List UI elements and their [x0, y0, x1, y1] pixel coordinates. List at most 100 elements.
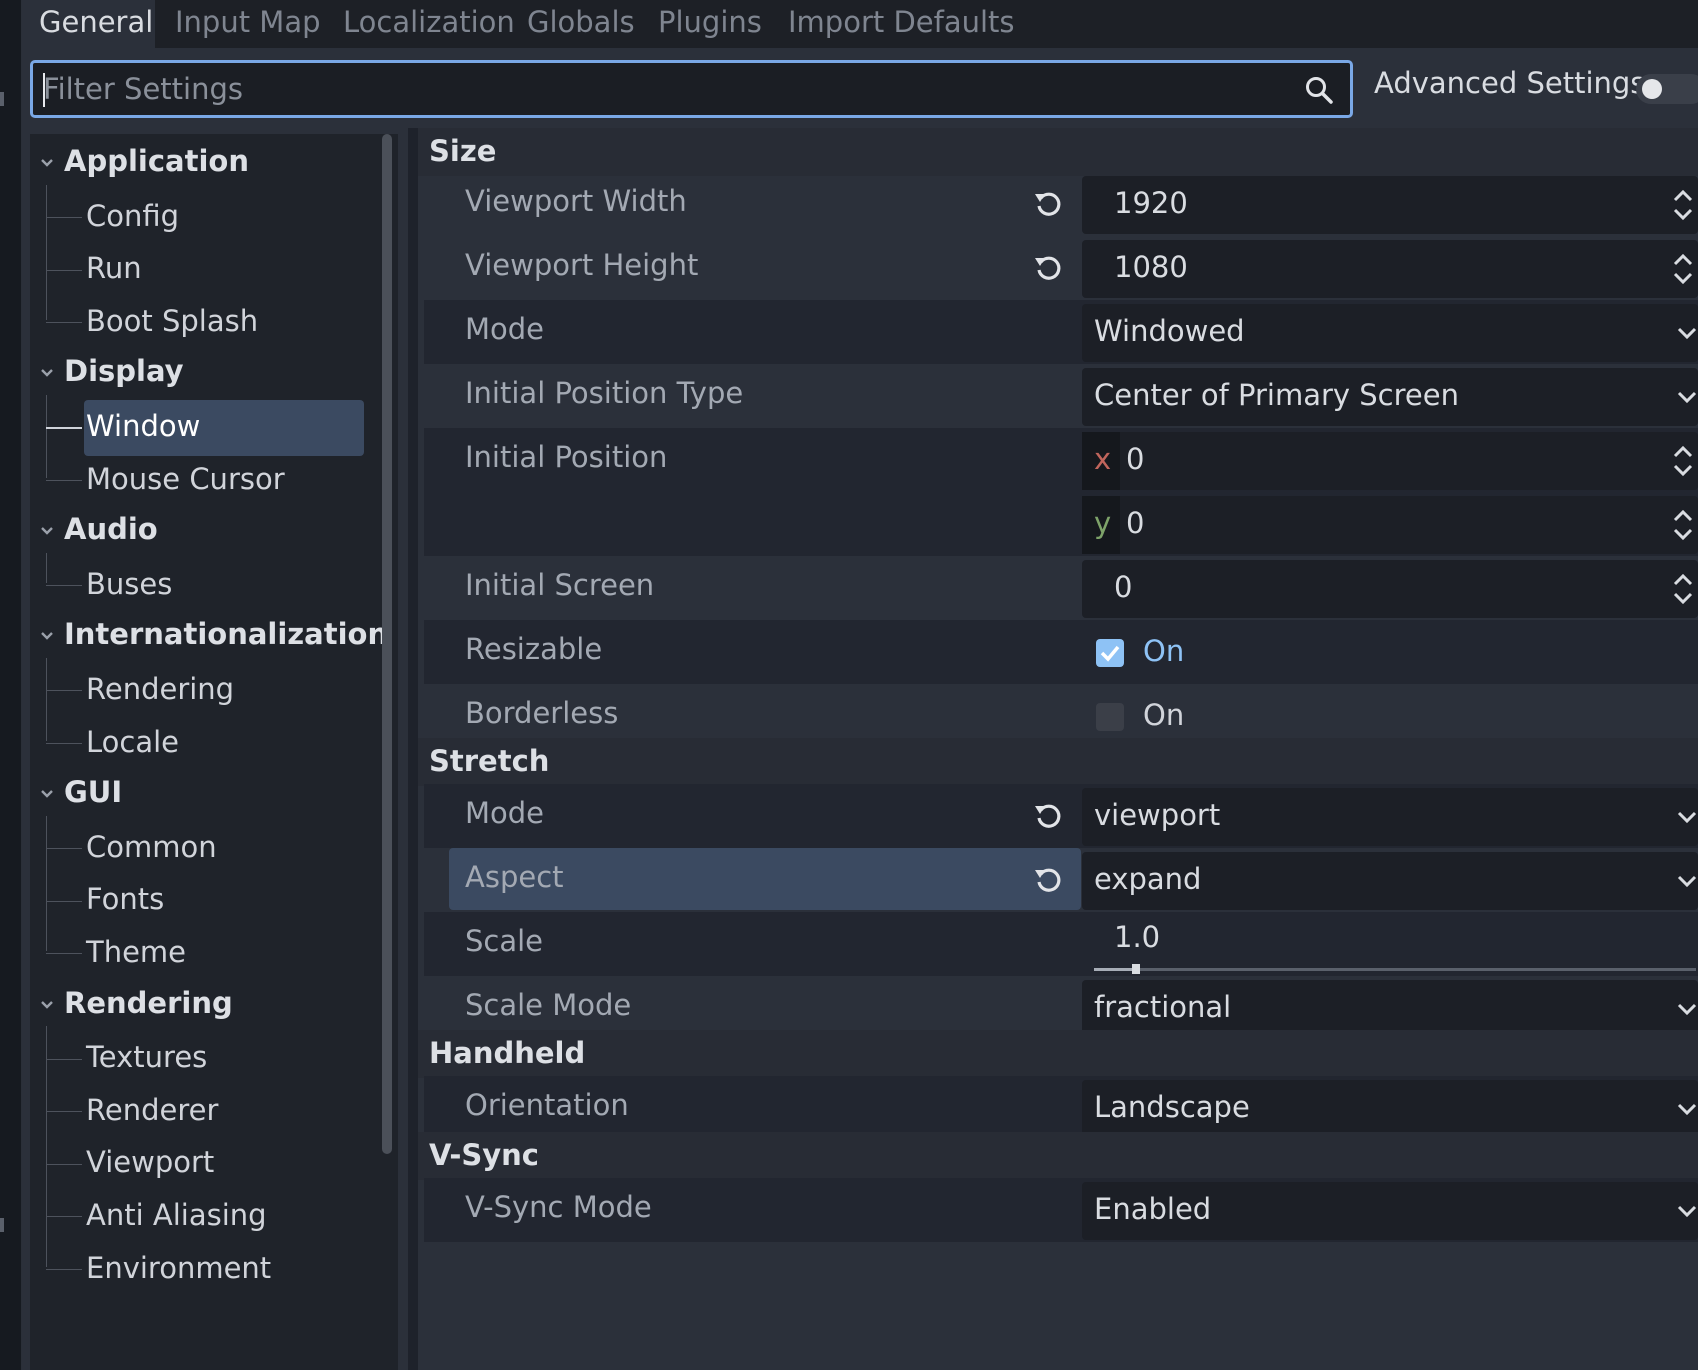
group-vsync[interactable]: V-Sync [418, 1132, 1698, 1180]
search-icon[interactable] [1304, 75, 1334, 105]
spin-arrows-icon[interactable] [1672, 506, 1694, 544]
orientation-dropdown[interactable]: Landscape [1082, 1080, 1698, 1138]
chevron-down-icon[interactable] [40, 998, 54, 1012]
tree-item-buses[interactable]: Buses [86, 567, 172, 601]
initial-position-type-dropdown[interactable]: Center of Primary Screen [1082, 368, 1698, 426]
filter-settings-input[interactable] [43, 63, 1283, 115]
tree-item-anti-aliasing[interactable]: Anti Aliasing [86, 1198, 267, 1232]
axis-x-badge: x [1082, 432, 1120, 490]
spin-arrows-icon[interactable] [1672, 442, 1694, 480]
initial-position-x-field[interactable]: x 0 [1082, 432, 1698, 490]
tree-item-rendering[interactable]: Rendering [86, 672, 234, 706]
advanced-settings-toggle[interactable] [1636, 74, 1698, 104]
initial-screen-field[interactable]: 0 [1082, 560, 1698, 618]
initial-position-type-value: Center of Primary Screen [1094, 378, 1459, 412]
filter-toolbar: Advanced Settings [22, 48, 1698, 128]
group-size[interactable]: Size [418, 128, 1698, 176]
group-size-label: Size [429, 134, 497, 168]
chevron-down-icon[interactable] [40, 787, 54, 801]
row-stretch-aspect: Aspect expand [418, 848, 1698, 912]
tree-item-boot-splash[interactable]: Boot Splash [86, 304, 258, 338]
resizable-checkbox-field[interactable]: On [1082, 624, 1698, 682]
tree-section[interactable]: Rendering [64, 986, 233, 1020]
initial-position-type-label: Initial Position Type [465, 376, 744, 410]
tree-item-common[interactable]: Common [86, 830, 217, 864]
tree-section[interactable]: GUI [64, 775, 122, 809]
stretch-aspect-label: Aspect [465, 860, 564, 894]
spin-arrows-icon[interactable] [1672, 570, 1694, 608]
tree-item-mouse-cursor[interactable]: Mouse Cursor [86, 462, 285, 496]
scale-slider-grabber[interactable] [1132, 964, 1140, 974]
tab-localization[interactable]: Localization [343, 0, 515, 48]
row-vsync-mode: V-Sync Mode Enabled [418, 1178, 1698, 1242]
tree-item-environment[interactable]: Environment [86, 1251, 271, 1285]
orientation-label: Orientation [465, 1088, 629, 1122]
tree-connector [46, 1058, 82, 1060]
tree-connector [46, 1268, 82, 1270]
revert-icon[interactable] [1032, 188, 1064, 220]
revert-icon[interactable] [1032, 864, 1064, 896]
tree-connector [46, 552, 47, 584]
window-mode-label: Mode [465, 312, 545, 346]
chevron-down-icon[interactable] [40, 366, 54, 380]
tree-section[interactable]: Display [64, 354, 184, 388]
window-mode-dropdown[interactable]: Windowed [1082, 304, 1698, 362]
tab-input-map[interactable]: Input Map [175, 0, 321, 48]
resizable-checkbox[interactable] [1096, 639, 1124, 667]
scale-slider-track[interactable] [1094, 968, 1696, 971]
viewport-height-field[interactable]: 1080 [1082, 240, 1698, 298]
tab-globals[interactable]: Globals [527, 0, 635, 48]
revert-icon[interactable] [1032, 800, 1064, 832]
chevron-down-icon[interactable] [40, 629, 54, 643]
stretch-scale-value: 1.0 [1114, 920, 1161, 954]
tree-item-config[interactable]: Config [86, 199, 179, 233]
stretch-scale-field[interactable]: 1.0 [1082, 916, 1698, 974]
chevron-down-icon[interactable] [40, 156, 54, 170]
edge-marker [0, 92, 4, 106]
tree-section[interactable]: Internationalization [64, 617, 388, 651]
axis-y-badge: y [1082, 496, 1120, 554]
tree-item-locale[interactable]: Locale [86, 725, 179, 759]
group-handheld-label: Handheld [429, 1036, 586, 1070]
tree-item-fonts[interactable]: Fonts [86, 882, 164, 916]
chevron-down-icon[interactable] [40, 524, 54, 538]
scale-slider-fill [1094, 968, 1136, 971]
chevron-down-icon [1677, 1205, 1697, 1218]
stretch-mode-dropdown[interactable]: viewport [1082, 788, 1698, 846]
tree-section[interactable]: Audio [64, 512, 158, 546]
row-initial-screen: Initial Screen 0 [418, 556, 1698, 620]
borderless-checkbox[interactable] [1096, 703, 1124, 731]
stretch-aspect-dropdown[interactable]: expand [1082, 852, 1698, 910]
viewport-width-field[interactable]: 1920 [1082, 176, 1698, 234]
tab-plugins[interactable]: Plugins [658, 0, 762, 48]
tree-section[interactable]: Application [64, 144, 249, 178]
vsync-mode-dropdown[interactable]: Enabled [1082, 1182, 1698, 1240]
sidebar-scrollbar[interactable] [382, 134, 392, 1154]
spin-arrows-icon[interactable] [1672, 250, 1694, 288]
checkmark-icon [1100, 645, 1120, 662]
group-stretch[interactable]: Stretch [418, 738, 1698, 786]
initial-position-y-field[interactable]: y 0 [1082, 496, 1698, 554]
row-initial-position: Initial Position x 0 y 0 [418, 428, 1698, 556]
tree-item-run[interactable]: Run [86, 251, 142, 285]
group-handheld[interactable]: Handheld [418, 1030, 1698, 1078]
tree-connector [46, 1216, 82, 1218]
advanced-settings-label: Advanced Settings [1374, 66, 1646, 100]
tab-general[interactable]: General [22, 0, 155, 48]
chevron-down-icon [1677, 327, 1697, 340]
tab-import-defaults[interactable]: Import Defaults [788, 0, 1015, 48]
row-resizable: Resizable On [418, 620, 1698, 684]
spin-arrows-icon[interactable] [1672, 186, 1694, 224]
left-dock-edge [0, 0, 22, 1370]
filter-settings-box[interactable] [30, 60, 1353, 118]
tree-item-textures[interactable]: Textures [86, 1040, 207, 1074]
axis-y-letter: y [1094, 506, 1112, 540]
tree-item-theme[interactable]: Theme [86, 935, 186, 969]
tree-item-renderer[interactable]: Renderer [86, 1093, 218, 1127]
tree-item-viewport[interactable]: Viewport [86, 1145, 214, 1179]
initial-screen-label: Initial Screen [465, 568, 655, 602]
tree-connector [46, 216, 82, 218]
revert-icon[interactable] [1032, 252, 1064, 284]
tree-item-window[interactable]: Window [86, 409, 200, 443]
settings-tree[interactable]: Application Config Run Boot Splash Display Wi… [30, 134, 398, 1370]
